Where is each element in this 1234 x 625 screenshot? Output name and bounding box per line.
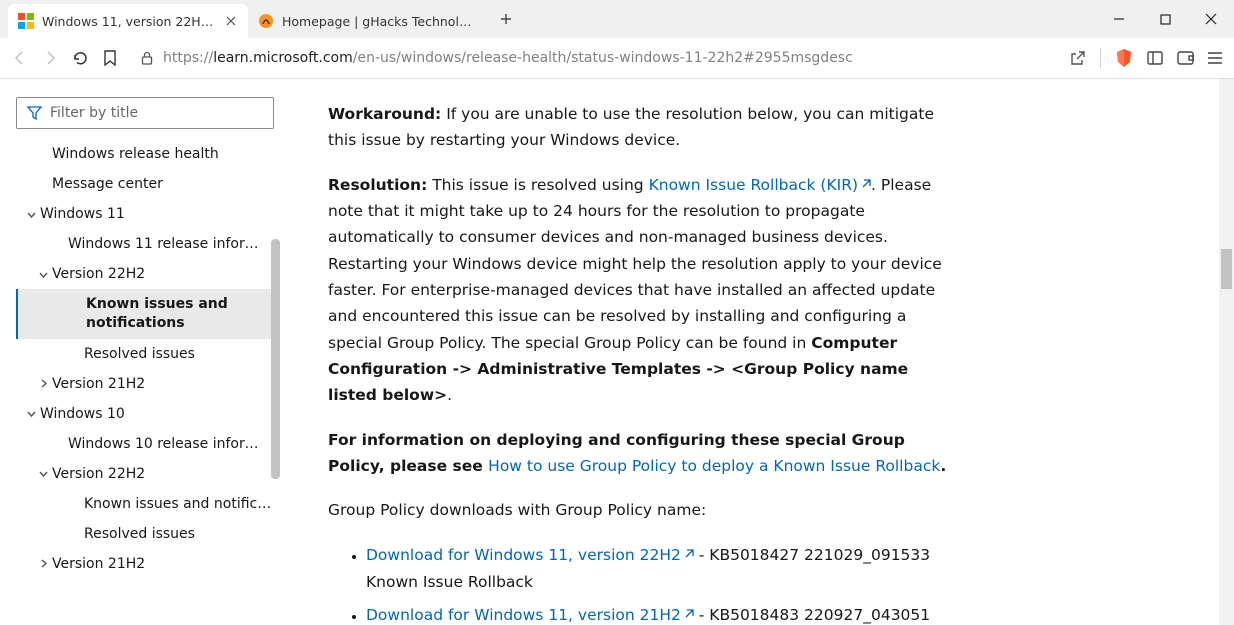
nav-item-label: Known issues and notifications	[84, 496, 272, 512]
nav-item[interactable]: Version 22H2	[16, 459, 272, 489]
download-link[interactable]: Download for Windows 11, version 22H2	[366, 546, 694, 564]
sidebar-toggle-icon[interactable]	[1147, 51, 1163, 65]
nav-item[interactable]: Resolved issues	[16, 519, 272, 549]
nav-item-label: Version 21H2	[52, 556, 272, 572]
nav-item-label: Version 21H2	[52, 376, 272, 392]
filter-icon	[27, 106, 42, 120]
deploy-link[interactable]: How to use Group Policy to deploy a Know…	[488, 457, 940, 475]
left-nav: Filter by title Windows release health Me…	[0, 79, 280, 625]
reload-button[interactable]	[72, 50, 89, 67]
chevron-down-icon	[34, 468, 52, 479]
brave-shield-icon[interactable]	[1115, 48, 1133, 68]
ms-favicon-icon	[18, 13, 34, 29]
nav-item-label: Message center	[52, 176, 272, 192]
resolution-label: Resolution:	[328, 176, 427, 194]
resolution-pre-text: This issue is resolved using	[427, 176, 648, 194]
toolbar-divider	[1100, 48, 1101, 68]
wallet-icon[interactable]	[1177, 51, 1194, 65]
nav-item-label: Version 22H2	[52, 466, 272, 482]
window-controls	[1096, 0, 1234, 38]
nav-item-label: Resolved issues	[84, 526, 272, 542]
filter-input[interactable]: Filter by title	[16, 97, 274, 129]
nav-item-label: Windows 10	[40, 406, 272, 422]
nav-item-label: Windows 10 release information	[68, 436, 272, 452]
minimize-button[interactable]	[1096, 0, 1142, 38]
browser-toolbar: https://learn.microsoft.com/en-us/window…	[0, 38, 1234, 78]
workaround-paragraph: Workaround: If you are unable to use the…	[328, 101, 948, 154]
address-bar[interactable]: https://learn.microsoft.com/en-us/window…	[129, 43, 1058, 73]
nav-item-label: Resolved issues	[84, 346, 272, 362]
page-scrollbar-thumb[interactable]	[1221, 249, 1232, 289]
nav-item[interactable]: Version 21H2	[16, 549, 272, 579]
download-item: Download for Windows 11, version 22H2 - …	[366, 542, 946, 596]
tab-title: Homepage | gHacks Technology News	[282, 14, 478, 29]
forward-button[interactable]	[42, 50, 58, 66]
filter-placeholder: Filter by title	[50, 105, 138, 121]
nav-item[interactable]: Windows 10 release information	[16, 429, 272, 459]
maximize-button[interactable]	[1142, 0, 1188, 38]
nav-item-label: Windows 11 release information	[68, 236, 272, 252]
nav-item-label: Windows release health	[52, 146, 272, 162]
resolution-paragraph: Resolution: This issue is resolved using…	[328, 172, 948, 409]
nav-item[interactable]: Message center	[16, 169, 272, 199]
chevron-down-icon	[34, 269, 52, 280]
browser-chrome: Windows 11, version 22H2 known Homepage …	[0, 0, 1234, 79]
nav-tree: Windows release health Message center Wind…	[16, 139, 272, 579]
nav-item-label: Version 22H2	[52, 266, 272, 282]
tab-title: Windows 11, version 22H2 known	[42, 14, 217, 29]
downloads-list: Download for Windows 11, version 22H2 - …	[366, 542, 946, 625]
chevron-down-icon	[22, 209, 40, 220]
kir-link[interactable]: Known Issue Rollback (KIR)	[649, 176, 871, 194]
toolbar-right	[1070, 48, 1222, 68]
external-link-icon	[860, 179, 871, 190]
nav-item[interactable]: Known issues and notifications	[16, 289, 272, 339]
chevron-right-icon	[34, 378, 52, 389]
resolution-post-text: . Please note that it might take up to 2…	[328, 176, 942, 352]
deploy-paragraph: For information on deploying and configu…	[328, 427, 948, 480]
nav-item[interactable]: Resolved issues	[16, 339, 272, 369]
url-text: https://learn.microsoft.com/en-us/window…	[163, 50, 853, 66]
share-icon[interactable]	[1070, 50, 1086, 66]
nav-buttons	[12, 50, 117, 67]
nav-item[interactable]: Version 22H2	[16, 259, 272, 289]
tab-strip: Windows 11, version 22H2 known Homepage …	[0, 0, 1234, 38]
lock-icon	[141, 51, 153, 65]
nav-item[interactable]: Windows 11 release information	[16, 229, 272, 259]
nav-item[interactable]: Windows 10	[16, 399, 272, 429]
nav-item-label: Windows 11	[40, 206, 272, 222]
close-icon[interactable]	[225, 13, 238, 29]
chevron-down-icon	[22, 408, 40, 419]
menu-icon[interactable]	[1208, 52, 1222, 64]
tab-active[interactable]: Windows 11, version 22H2 known	[8, 4, 248, 38]
nav-item-label: Known issues and notifications	[86, 295, 272, 333]
download-item: Download for Windows 11, version 21H2 - …	[366, 602, 946, 625]
new-tab-button[interactable]	[492, 5, 520, 33]
chevron-right-icon	[34, 558, 52, 569]
nav-item[interactable]: Windows 11	[16, 199, 272, 229]
page-scrollbar-track[interactable]	[1219, 79, 1234, 625]
bookmark-icon[interactable]	[103, 50, 117, 66]
nav-item[interactable]: Windows release health	[16, 139, 272, 169]
back-button[interactable]	[12, 50, 28, 66]
gp-downloads-heading: Group Policy downloads with Group Policy…	[328, 497, 948, 523]
tab-inactive[interactable]: Homepage | gHacks Technology News	[248, 4, 488, 38]
article-content: Workaround: If you are unable to use the…	[280, 79, 1234, 625]
window-close-button[interactable]	[1188, 0, 1234, 38]
nav-item[interactable]: Known issues and notifications	[16, 489, 272, 519]
workaround-label: Workaround:	[328, 105, 441, 123]
page-body: Filter by title Windows release health Me…	[0, 79, 1234, 625]
external-link-icon	[683, 549, 694, 560]
nav-item[interactable]: Version 21H2	[16, 369, 272, 399]
download-link[interactable]: Download for Windows 11, version 21H2	[366, 606, 694, 624]
ghacks-favicon-icon	[258, 13, 274, 29]
sidebar-scrollbar[interactable]	[271, 239, 280, 479]
external-link-icon	[683, 609, 694, 620]
